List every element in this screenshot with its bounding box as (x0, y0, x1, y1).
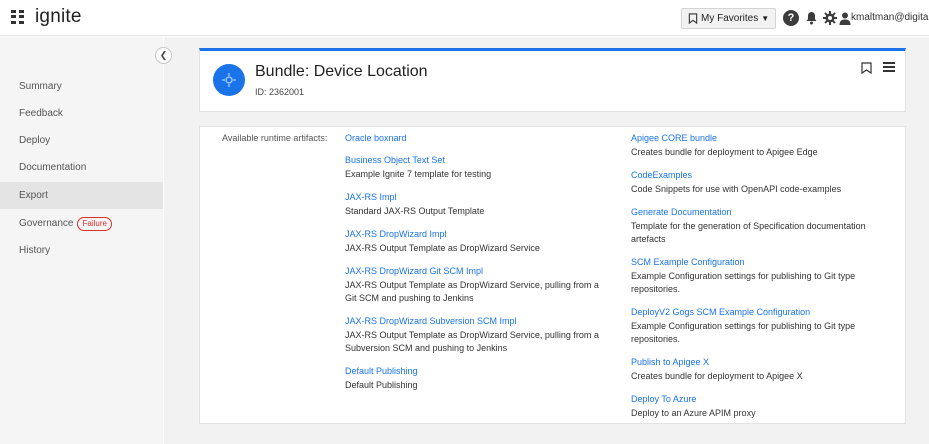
artifact-link[interactable]: JAX-RS DropWizard Impl (345, 228, 600, 240)
sidebar-item-label: Export (19, 190, 48, 201)
artifact-item: Default Publishing Default Publishing (345, 365, 600, 392)
gear-icon[interactable] (822, 10, 838, 26)
artifact-description: JAX-RS Output Template as DropWizard Ser… (345, 243, 540, 253)
sidebar-item-label: History (19, 245, 51, 256)
artifact-description: Template for the generation of Specifica… (631, 221, 866, 244)
artifact-description: Example Configuration settings for publi… (631, 271, 856, 294)
artifact-link[interactable]: Default Publishing (345, 365, 600, 377)
artifact-item: SCM Example Configuration Example Config… (631, 256, 886, 296)
artifact-item: Oracle boxnard (345, 132, 600, 144)
artifact-description: Deploy to an Azure APIM proxy (631, 408, 756, 418)
sidebar-item-label: Summary (19, 81, 62, 92)
artifact-link[interactable]: JAX-RS Impl (345, 191, 600, 203)
my-favorites-button[interactable]: My Favorites ▼ (681, 8, 777, 29)
sidebar-item-label: Governance (19, 218, 74, 229)
sidebar-item-documentation[interactable]: Documentation (0, 154, 163, 181)
bookmark-icon[interactable] (861, 62, 872, 74)
artifact-item: Publish to Apigee X Creates bundle for d… (631, 356, 886, 383)
bundle-header-card: Bundle: Device Location ID: 2362001 (199, 48, 906, 112)
chevron-left-icon: ❮ (159, 50, 168, 60)
artifact-description: Default Publishing (345, 380, 418, 390)
artifact-link[interactable]: JAX-RS DropWizard Git SCM Impl (345, 265, 600, 277)
artifact-item: Generate Documentation Template for the … (631, 206, 886, 246)
artifact-description: Creates bundle for deployment to Apigee … (631, 371, 803, 381)
artifact-item: CodeExamples Code Snippets for use with … (631, 169, 886, 196)
artifact-item: Apigee CORE bundle Creates bundle for de… (631, 132, 886, 159)
bookmark-outline-icon (688, 13, 698, 24)
sidebar-item-feedback[interactable]: Feedback (0, 100, 163, 127)
artifact-description: Example Ignite 7 template for testing (345, 169, 492, 179)
page-title: Bundle: Device Location (255, 63, 428, 80)
artifact-item: DeployV2 Gogs SCM Example Configuration … (631, 306, 886, 346)
bell-icon[interactable] (803, 10, 819, 26)
sidebar: Summary Feedback Deploy Documentation Ex… (0, 37, 163, 444)
artifact-description: Code Snippets for use with OpenAPI code-… (631, 184, 842, 194)
user-name[interactable]: kmaltman@digita (851, 12, 928, 23)
artifact-link[interactable]: Apigee CORE bundle (631, 132, 886, 144)
sidebar-item-governance[interactable]: Governance Failure (0, 210, 163, 237)
collapse-sidebar-button[interactable]: ❮ (155, 47, 172, 64)
artifacts-column-left: Oracle boxnard Business Object Text Set … (345, 132, 600, 402)
artifact-description: Standard JAX-RS Output Template (345, 206, 485, 216)
bundle-id: ID: 2362001 (255, 87, 305, 97)
artifacts-card: Available runtime artifacts: Oracle boxn… (199, 126, 906, 424)
artifact-description: Creates bundle for deployment to Apigee … (631, 147, 818, 157)
sidebar-item-history[interactable]: History (0, 237, 163, 264)
hamburger-menu-icon[interactable] (883, 62, 895, 72)
artifact-item: JAX-RS Impl Standard JAX-RS Output Templ… (345, 191, 600, 218)
sidebar-item-export[interactable]: Export (0, 182, 163, 209)
sidebar-item-label: Documentation (19, 162, 87, 173)
artifact-link[interactable]: DeployV2 Gogs SCM Example Configuration (631, 306, 886, 318)
artifact-description: JAX-RS Output Template as DropWizard Ser… (345, 280, 599, 303)
artifact-link[interactable]: CodeExamples (631, 169, 886, 181)
artifact-item: JAX-RS DropWizard Git SCM Impl JAX-RS Ou… (345, 265, 600, 305)
sidebar-item-label: Deploy (19, 135, 51, 146)
sidebar-item-label: Feedback (19, 108, 63, 119)
artifacts-column-right: Apigee CORE bundle Creates bundle for de… (631, 132, 886, 430)
artifact-item: JAX-RS DropWizard Impl JAX-RS Output Tem… (345, 228, 600, 255)
bundle-icon (213, 64, 245, 96)
my-favorites-label: My Favorites (701, 13, 759, 24)
artifact-link[interactable]: Generate Documentation (631, 206, 886, 218)
artifact-link[interactable]: Oracle boxnard (345, 132, 600, 144)
artifact-item: Business Object Text Set Example Ignite … (345, 154, 600, 181)
caret-down-icon: ▼ (761, 14, 770, 23)
sidebar-item-deploy[interactable]: Deploy (0, 127, 163, 154)
artifact-link[interactable]: Deploy To Azure (631, 393, 886, 405)
artifact-link[interactable]: Business Object Text Set (345, 154, 600, 166)
top-bar: ignite My Favorites ▼ ? kmaltman@digita (0, 0, 929, 36)
artifact-link[interactable]: JAX-RS DropWizard Subversion SCM Impl (345, 315, 600, 327)
sidebar-item-summary[interactable]: Summary (0, 73, 163, 100)
failure-badge: Failure (77, 216, 112, 231)
artifact-description: JAX-RS Output Template as DropWizard Ser… (345, 330, 599, 353)
brand-logo[interactable]: ignite (35, 6, 82, 28)
available-artifacts-label: Available runtime artifacts: (222, 133, 328, 143)
apps-grid-icon[interactable] (11, 10, 25, 24)
artifact-item: Deploy To Azure Deploy to an Azure APIM … (631, 393, 886, 420)
artifact-description: Example Configuration settings for publi… (631, 321, 856, 344)
artifact-link[interactable]: Publish to Apigee X (631, 356, 886, 368)
artifact-item: JAX-RS DropWizard Subversion SCM Impl JA… (345, 315, 600, 355)
help-icon[interactable]: ? (783, 10, 799, 26)
artifact-link[interactable]: SCM Example Configuration (631, 256, 886, 268)
